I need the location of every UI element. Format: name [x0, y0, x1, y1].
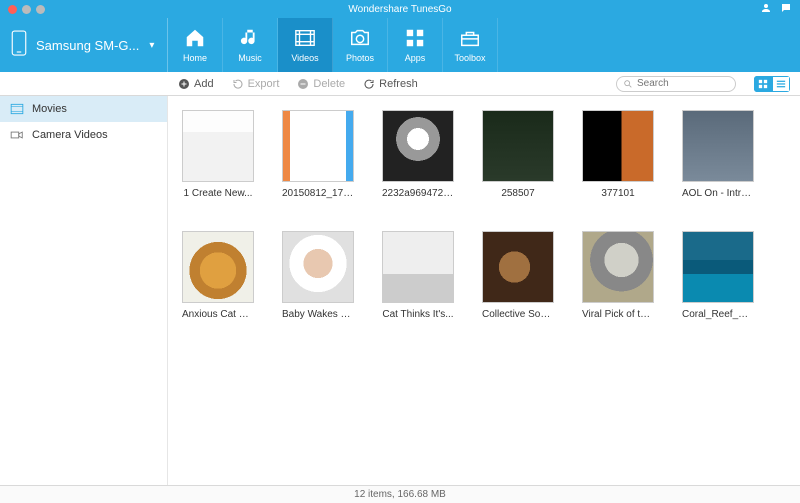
titlebar: Wondershare TunesGo	[0, 0, 800, 18]
export-label: Export	[248, 78, 280, 90]
nav-tabs: Home Music Videos Photos Apps Toolbox	[168, 18, 498, 72]
video-caption: Collective Soul...	[482, 309, 554, 320]
tab-apps[interactable]: Apps	[388, 18, 443, 72]
list-icon	[776, 79, 786, 89]
status-text: 12 items, 166.68 MB	[354, 489, 446, 500]
device-selector[interactable]: Samsung SM-G... ▾	[0, 18, 168, 72]
film-icon	[10, 103, 24, 115]
content-area: 1 Create New... 20150812_175521 2232a96947…	[168, 96, 800, 485]
video-item[interactable]: 1 Create New...	[182, 110, 254, 199]
video-item[interactable]: AOL On - Intro...	[682, 110, 754, 199]
tab-apps-label: Apps	[405, 53, 426, 63]
apps-icon	[404, 27, 426, 49]
video-item[interactable]: Anxious Cat Ca...	[182, 231, 254, 320]
grid-view-button[interactable]	[754, 76, 772, 92]
video-item[interactable]: Baby Wakes U...	[282, 231, 354, 320]
tab-home[interactable]: Home	[168, 18, 223, 72]
video-thumbnail	[282, 110, 354, 182]
video-thumbnail	[182, 231, 254, 303]
tab-music[interactable]: Music	[223, 18, 278, 72]
video-caption: Cat Thinks It's...	[382, 309, 454, 320]
photos-icon	[349, 27, 371, 49]
video-caption: 1 Create New...	[182, 188, 254, 199]
video-grid: 1 Create New... 20150812_175521 2232a96947…	[182, 110, 794, 320]
grid-icon	[758, 79, 768, 89]
chevron-down-icon: ▾	[149, 40, 154, 51]
tab-videos-label: Videos	[291, 53, 318, 63]
search-box[interactable]	[616, 76, 736, 92]
tab-toolbox[interactable]: Toolbox	[443, 18, 498, 72]
video-thumbnail	[482, 110, 554, 182]
video-thumbnail	[582, 110, 654, 182]
video-item[interactable]: Viral Pick of the...	[582, 231, 654, 320]
refresh-icon	[363, 78, 375, 90]
tab-music-label: Music	[238, 53, 262, 63]
refresh-button[interactable]: Refresh	[363, 78, 418, 90]
video-item[interactable]: 20150812_175521	[282, 110, 354, 199]
tab-videos[interactable]: Videos	[278, 18, 333, 72]
videos-icon	[294, 27, 316, 49]
video-item[interactable]: 377101	[582, 110, 654, 199]
delete-button[interactable]: Delete	[297, 78, 345, 90]
refresh-label: Refresh	[379, 78, 418, 90]
tab-home-label: Home	[183, 53, 207, 63]
plus-circle-icon	[178, 78, 190, 90]
sidebar: Movies Camera Videos	[0, 96, 168, 485]
sidebar-item-movies[interactable]: Movies	[0, 96, 167, 122]
video-thumbnail	[382, 110, 454, 182]
video-item[interactable]: 2232a9694724...	[382, 110, 454, 199]
add-button[interactable]: Add	[178, 78, 214, 90]
video-thumbnail	[182, 110, 254, 182]
phone-icon	[10, 29, 28, 62]
delete-label: Delete	[313, 78, 345, 90]
video-thumbnail	[282, 231, 354, 303]
topbar: Samsung SM-G... ▾ Home Music Videos Phot…	[0, 18, 800, 72]
video-caption: 377101	[582, 188, 654, 199]
video-caption: Baby Wakes U...	[282, 309, 354, 320]
video-item[interactable]: 258507	[482, 110, 554, 199]
video-item[interactable]: Cat Thinks It's...	[382, 231, 454, 320]
camcorder-icon	[10, 129, 24, 141]
video-caption: 20150812_175521	[282, 188, 354, 199]
search-icon	[623, 79, 633, 89]
home-icon	[184, 27, 206, 49]
list-view-button[interactable]	[772, 76, 790, 92]
video-caption: Anxious Cat Ca...	[182, 309, 254, 320]
account-icon[interactable]	[760, 2, 772, 17]
view-toggle	[754, 76, 790, 92]
video-caption: Viral Pick of the...	[582, 309, 654, 320]
export-icon	[232, 78, 244, 90]
video-thumbnail	[482, 231, 554, 303]
sidebar-item-camera-videos[interactable]: Camera Videos	[0, 122, 167, 148]
video-item[interactable]: Coral_Reef_Ad...	[682, 231, 754, 320]
export-button[interactable]: Export	[232, 78, 280, 90]
app-title: Wondershare TunesGo	[0, 4, 800, 15]
tab-photos-label: Photos	[346, 53, 374, 63]
toolbar: Add Export Delete Refresh	[0, 72, 800, 96]
add-label: Add	[194, 78, 214, 90]
search-input[interactable]	[637, 78, 717, 89]
sidebar-item-label: Movies	[32, 103, 67, 115]
music-icon	[239, 27, 261, 49]
status-bar: 12 items, 166.68 MB	[0, 485, 800, 503]
feedback-icon[interactable]	[780, 2, 792, 17]
tab-toolbox-label: Toolbox	[454, 53, 485, 63]
video-thumbnail	[382, 231, 454, 303]
sidebar-item-label: Camera Videos	[32, 129, 108, 141]
video-caption: AOL On - Intro...	[682, 188, 754, 199]
video-thumbnail	[682, 231, 754, 303]
video-item[interactable]: Collective Soul...	[482, 231, 554, 320]
video-thumbnail	[582, 231, 654, 303]
video-caption: 258507	[482, 188, 554, 199]
toolbox-icon	[459, 27, 481, 49]
video-thumbnail	[682, 110, 754, 182]
video-caption: Coral_Reef_Ad...	[682, 309, 754, 320]
tab-photos[interactable]: Photos	[333, 18, 388, 72]
delete-icon	[297, 78, 309, 90]
video-caption: 2232a9694724...	[382, 188, 454, 199]
device-name: Samsung SM-G...	[36, 38, 139, 53]
